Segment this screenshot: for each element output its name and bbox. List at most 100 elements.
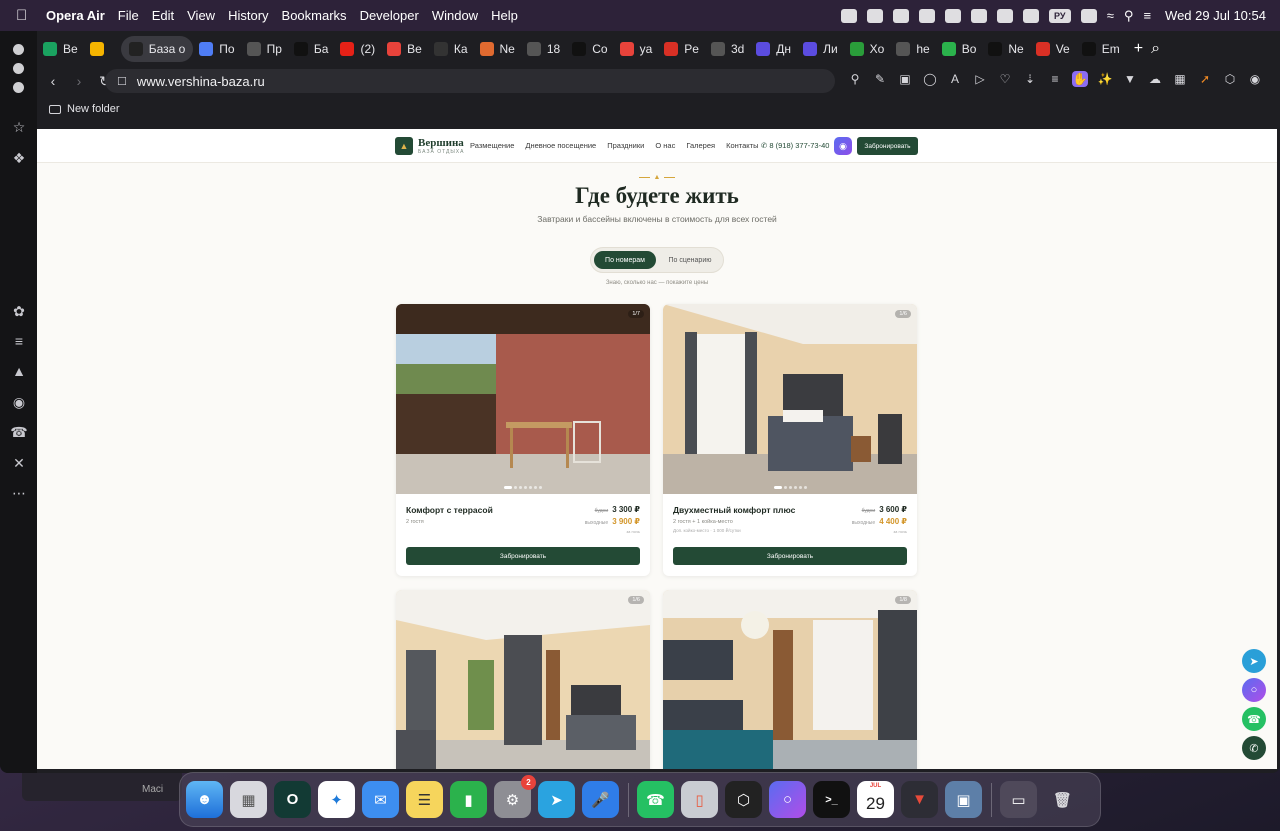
card-book-button[interactable]: Забронировать: [673, 547, 907, 565]
opera-air-icon[interactable]: O: [274, 781, 311, 818]
dictation-icon[interactable]: 🎤: [582, 781, 619, 818]
nav-day-visit[interactable]: Дневное посещение: [525, 141, 596, 150]
translate-icon[interactable]: A: [947, 71, 963, 87]
menu-bookmarks[interactable]: Bookmarks: [282, 8, 347, 23]
browser-tab[interactable]: Pe: [658, 36, 705, 62]
browser-tab[interactable]: ya: [614, 36, 659, 62]
address-field[interactable]: ☐ www.vershina-baza.ru: [105, 69, 835, 93]
vivaldi-icon[interactable]: ▼: [901, 781, 938, 818]
system-settings-icon[interactable]: ⚙ 2: [494, 775, 536, 818]
edit-icon[interactable]: ✎: [872, 71, 888, 87]
browser-tab[interactable]: Ли: [797, 36, 844, 62]
max-messenger-icon[interactable]: ◉: [834, 137, 852, 155]
back-icon[interactable]: ‹: [43, 73, 63, 89]
profile-icon[interactable]: ◉: [1247, 71, 1263, 87]
whatsapp-icon[interactable]: ☎: [9, 422, 29, 442]
play-status-icon[interactable]: [1022, 8, 1039, 23]
layers-icon[interactable]: ≡: [9, 331, 29, 351]
minimized-window-icon[interactable]: ▭: [1000, 781, 1037, 818]
download-icon[interactable]: ⇣: [1022, 71, 1038, 87]
nav-accommodation[interactable]: Размещение: [470, 141, 514, 150]
browser-tab[interactable]: Ка: [428, 36, 474, 62]
menu-edit[interactable]: Edit: [152, 8, 174, 23]
room-photo-terrace[interactable]: 1/7: [396, 304, 650, 494]
browser-tab[interactable]: Ve: [1030, 36, 1076, 62]
extension-bird-icon[interactable]: ✨: [1097, 71, 1113, 87]
home-icon[interactable]: ☆: [9, 117, 29, 137]
browser-tab[interactable]: [84, 36, 121, 62]
terminal-icon[interactable]: >_: [813, 781, 850, 818]
notes-icon[interactable]: ☰: [406, 781, 443, 818]
x-icon[interactable]: ✕: [9, 453, 29, 473]
browser-tab[interactable]: Ба: [288, 36, 335, 62]
status-icon-a[interactable]: [840, 8, 857, 23]
browser-tab[interactable]: Xo: [844, 36, 891, 62]
whatsapp-float-icon[interactable]: ☎: [1242, 707, 1266, 731]
bookmark-folder-new[interactable]: New folder: [67, 103, 120, 115]
nav-contacts[interactable]: Контакты: [726, 141, 758, 150]
menu-history[interactable]: History: [228, 8, 268, 23]
safari-icon[interactable]: ✦: [318, 781, 355, 818]
extension-v-icon[interactable]: ▼: [1122, 71, 1138, 87]
messenger-icon[interactable]: ◉: [9, 392, 29, 412]
browser-tab[interactable]: 3d: [705, 36, 750, 62]
browser-tab[interactable]: he: [890, 36, 935, 62]
status-icon-c[interactable]: [918, 8, 935, 23]
browser-tab[interactable]: Ne: [474, 36, 521, 62]
window-minimize-button[interactable]: [13, 63, 24, 74]
card-book-button[interactable]: Забронировать: [406, 547, 640, 565]
apple-icon[interactable]: : [16, 7, 36, 24]
window-close-button[interactable]: [13, 44, 24, 55]
tab-search-icon[interactable]: ⌕: [1151, 40, 1160, 58]
browser-tab[interactable]: По: [193, 36, 240, 62]
extension-arrow-icon[interactable]: ➚: [1197, 71, 1213, 87]
shield-icon[interactable]: ◯: [922, 71, 938, 87]
browser-tab[interactable]: База о: [120, 36, 194, 62]
browser-tab[interactable]: Пр: [241, 36, 288, 62]
browser-tab[interactable]: Ne: [982, 36, 1029, 62]
browser-tab[interactable]: (2): [334, 36, 381, 62]
play-icon[interactable]: ▷: [972, 71, 988, 87]
compass-icon[interactable]: ❖: [9, 148, 29, 168]
browser-tab[interactable]: Дн: [750, 36, 797, 62]
status-icon-e[interactable]: [970, 8, 987, 23]
zoom-icon[interactable]: ⚲: [847, 71, 863, 87]
clock[interactable]: Wed 29 Jul 10:54: [1165, 8, 1266, 23]
carousel-dots[interactable]: [396, 486, 650, 489]
camera-icon[interactable]: ▣: [897, 71, 913, 87]
launchpad-icon[interactable]: ▦: [230, 781, 267, 818]
browser-tab[interactable]: 18: [521, 36, 566, 62]
finder-icon[interactable]: ☻: [186, 781, 223, 818]
preview-icon[interactable]: ▣: [945, 781, 982, 818]
menu-file[interactable]: File: [118, 8, 139, 23]
max-icon[interactable]: ○: [769, 781, 806, 818]
telegram-float-icon[interactable]: ➤: [1242, 649, 1266, 673]
status-icon-f[interactable]: [996, 8, 1013, 23]
status-icon-d[interactable]: [944, 8, 961, 23]
browser-tab[interactable]: Co: [566, 36, 613, 62]
browser-tab[interactable]: Be: [381, 36, 428, 62]
new-tab-button[interactable]: +: [1134, 40, 1143, 58]
room-photo-studio[interactable]: 1/6: [396, 590, 650, 769]
site-logo[interactable]: ▲ Вершина БАЗА ОТДЫХА: [395, 137, 464, 155]
carousel-dots[interactable]: [663, 486, 917, 489]
forward-icon[interactable]: ›: [69, 73, 89, 89]
price-hint-link[interactable]: Знаю, сколько нас — покажите цены: [37, 280, 1277, 286]
header-phone[interactable]: ✆ 8 (918) 377-73-40: [761, 141, 829, 150]
whatsapp-icon[interactable]: ☎: [637, 781, 674, 818]
nav-about[interactable]: О нас: [655, 141, 675, 150]
menu-window[interactable]: Window: [432, 8, 478, 23]
extension-cloud-icon[interactable]: ☁: [1147, 71, 1163, 87]
browser-tab[interactable]: Be: [37, 36, 84, 62]
menu-app-name[interactable]: Opera Air: [46, 8, 105, 23]
menu-view[interactable]: View: [187, 8, 215, 23]
trash-icon[interactable]: 🗑: [1044, 781, 1081, 818]
cube-app-icon[interactable]: ⬡: [725, 781, 762, 818]
heart-icon[interactable]: ♡: [997, 71, 1013, 87]
nav-gallery[interactable]: Галерея: [686, 141, 715, 150]
calendar-icon[interactable]: JUL 29: [857, 781, 894, 818]
toggle-by-rooms[interactable]: По номерам: [594, 251, 656, 269]
header-book-button[interactable]: Забронировать: [857, 137, 918, 155]
shapes-icon[interactable]: ▲: [9, 361, 29, 381]
mail-icon[interactable]: ✉: [362, 781, 399, 818]
